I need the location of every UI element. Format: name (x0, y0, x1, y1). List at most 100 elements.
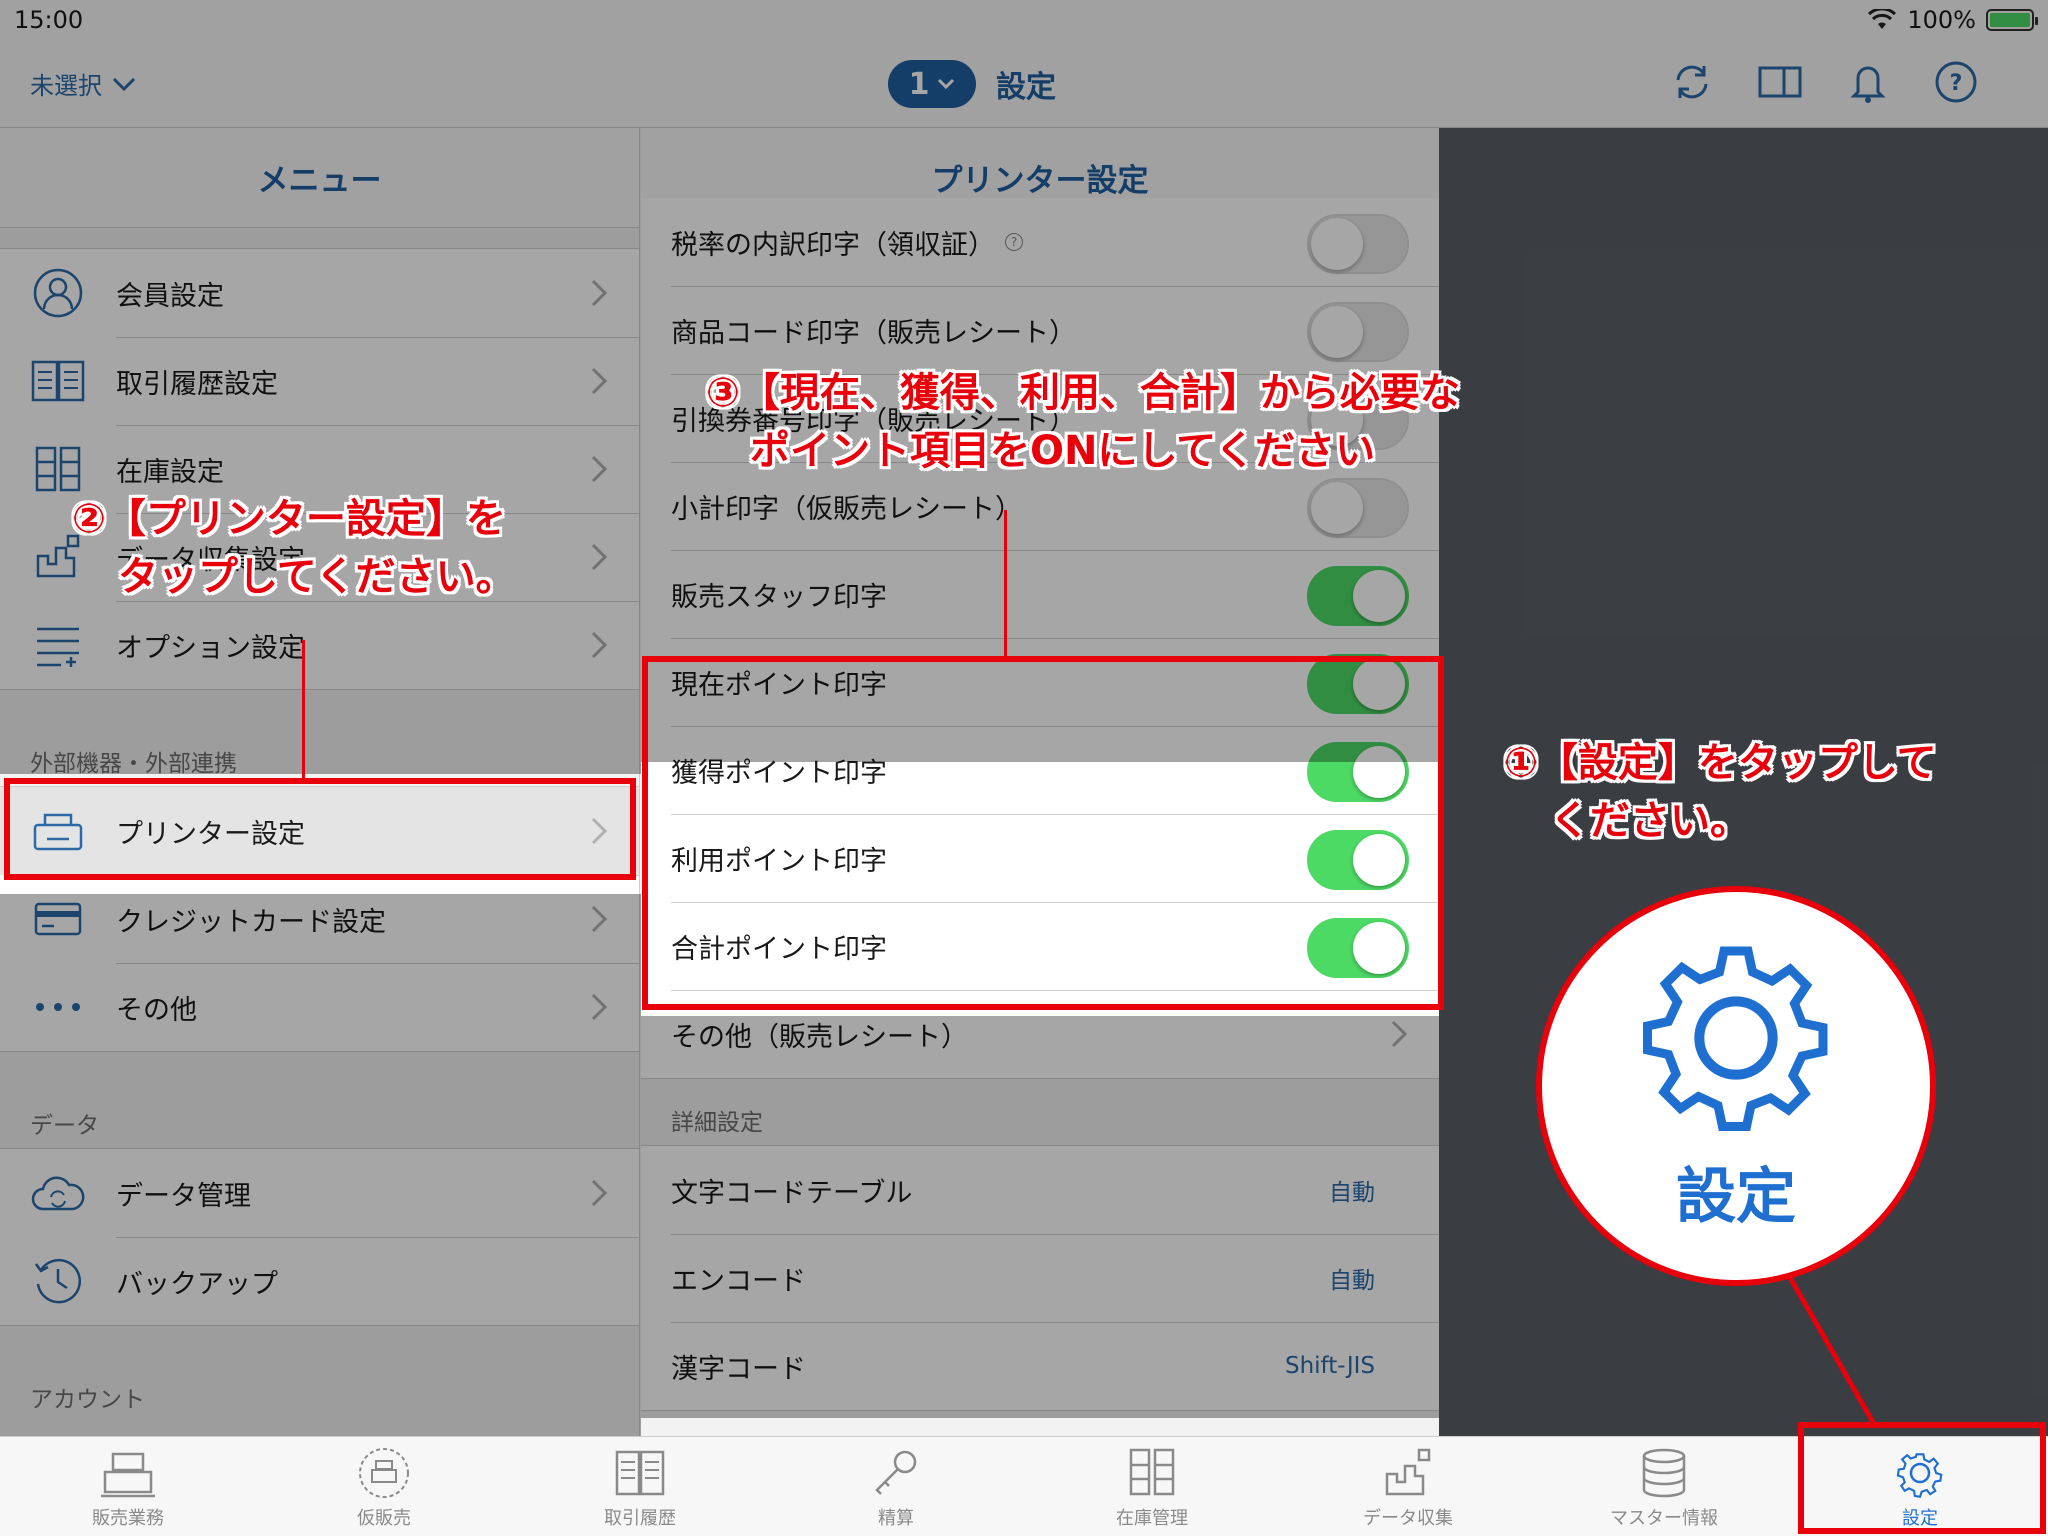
menu-item-label: バックアップ (116, 1268, 278, 1300)
menu-item-label: プリンター設定 (116, 818, 305, 850)
register-number: 1 (908, 66, 930, 102)
setting-value: Shift-JIS (1284, 1353, 1375, 1379)
database-icon (1642, 1448, 1686, 1498)
tab-settlement[interactable]: 精算 (768, 1437, 1024, 1536)
help-icon[interactable]: ? (1005, 233, 1023, 251)
callout-step3: ③【現在、獲得、利用、合計】から必要な ポイント項目をONにしてください (706, 364, 1460, 480)
menu-item-data-management[interactable]: データ管理 (0, 1149, 639, 1237)
zoom-magnifier: 設定 (1536, 886, 1936, 1286)
setting-row-kanji-code[interactable]: 漢字コード Shift-JIS (641, 1322, 1439, 1410)
inventory-icon (1129, 1448, 1175, 1496)
status-right: 100% (1867, 6, 2038, 34)
tab-sales[interactable]: 販売業務 (0, 1437, 256, 1536)
chevron-down-icon (112, 77, 136, 91)
tab-master[interactable]: マスター情報 (1536, 1437, 1792, 1536)
callout-step1-line2: ください。 (1550, 798, 1750, 844)
data-collect-icon (1385, 1448, 1431, 1496)
chevron-down-icon (938, 78, 955, 90)
setting-row-charset[interactable]: 文字コードテーブル 自動 (641, 1146, 1439, 1234)
detail-group-advanced: 文字コードテーブル 自動 エンコード 自動 漢字コード Shift-JIS (641, 1145, 1439, 1411)
callout-step2: ②【プリンター設定】を タップしてください。 (72, 490, 516, 606)
setting-label: 税率の内訳印字（領収証） (671, 229, 995, 261)
tab-label: 取引履歴 (604, 1508, 676, 1529)
toggle-switch[interactable] (1307, 918, 1409, 978)
toggle-switch[interactable] (1307, 566, 1409, 626)
tab-label: データ収集 (1363, 1508, 1453, 1529)
setting-row-other-receipt[interactable]: その他（販売レシート） (641, 990, 1439, 1078)
history-clock-icon (28, 1251, 88, 1311)
book-icon (28, 351, 88, 411)
tab-temp-sale[interactable]: 仮販売 (256, 1437, 512, 1536)
toggle-switch[interactable] (1307, 654, 1409, 714)
menu-item-label: データ管理 (116, 1180, 251, 1212)
gear-icon (1642, 945, 1828, 1131)
setting-label: 獲得ポイント印字 (671, 757, 887, 789)
menu-group-data: データ管理 バックアップ (0, 1148, 639, 1326)
menu-item-member[interactable]: 会員設定 (0, 249, 639, 337)
nav-center: 1 設定 (888, 60, 1056, 108)
menu-group-external: プリンター設定 クレジットカード設定 その他 (0, 786, 639, 1052)
tab-inventory[interactable]: 在庫管理 (1024, 1437, 1280, 1536)
tab-data-collection[interactable]: データ収集 (1280, 1437, 1536, 1536)
help-icon[interactable]: ? (1932, 58, 1980, 106)
toggle-switch[interactable] (1307, 214, 1409, 274)
setting-label: 漢字コード (671, 1353, 806, 1385)
menu-item-backup[interactable]: バックアップ (0, 1237, 639, 1325)
setting-row-used-points: 利用ポイント印字 (641, 814, 1439, 902)
setting-label: 販売スタッフ印字 (671, 581, 887, 613)
setting-label: 利用ポイント印字 (671, 845, 887, 877)
setting-label: 商品コード印字（販売レシート） (671, 317, 1076, 349)
refresh-icon[interactable] (1668, 58, 1716, 106)
menu-item-printer[interactable]: プリンター設定 (0, 787, 639, 875)
temp-sale-icon (359, 1448, 409, 1498)
menu-item-label: 取引履歴設定 (116, 368, 278, 400)
tab-label: 在庫管理 (1116, 1508, 1188, 1529)
menu-item-label: その他 (116, 994, 197, 1026)
toggle-switch[interactable] (1307, 478, 1409, 538)
option-list-icon (28, 615, 88, 675)
toggle-switch[interactable] (1307, 742, 1409, 802)
section-label-external: 外部機器・外部連携 (30, 751, 237, 777)
setting-row-encoding[interactable]: エンコード 自動 (641, 1234, 1439, 1322)
menu-item-credit-card[interactable]: クレジットカード設定 (0, 875, 639, 963)
setting-value: 自動 (1329, 1268, 1375, 1294)
menu-item-other[interactable]: その他 (0, 963, 639, 1051)
menu-header: メニュー (0, 128, 639, 228)
setting-label: 文字コードテーブル (671, 1177, 913, 1209)
setting-value: 自動 (1329, 1180, 1375, 1206)
register-icon (101, 1452, 155, 1498)
callout-step3-line2: ポイント項目をONにしてください (750, 428, 1376, 474)
menu-item-transaction-history[interactable]: 取引履歴設定 (0, 337, 639, 425)
printer-icon (28, 801, 88, 861)
toggle-switch[interactable] (1307, 302, 1409, 362)
menu-item-label: 会員設定 (116, 280, 224, 312)
setting-label: 現在ポイント印字 (671, 669, 887, 701)
chevron-right-icon (591, 367, 607, 395)
battery-percent: 100% (1907, 6, 1976, 34)
section-label-advanced: 詳細設定 (671, 1110, 763, 1136)
tab-settings[interactable]: 設定 (1792, 1437, 2048, 1536)
chevron-right-icon (591, 543, 607, 571)
callout-step1-line1: ①【設定】をタップして (1504, 740, 1937, 786)
chevron-right-icon (591, 279, 607, 307)
status-time: 15:00 (14, 6, 84, 34)
cloud-sync-icon (28, 1163, 88, 1223)
menu-group-top: 会員設定 取引履歴設定 在庫設定 データ収集設定 オプション設定 (0, 248, 639, 690)
callout-step2-line1: ②【プリンター設定】を (72, 496, 506, 542)
wifi-icon (1868, 9, 1897, 29)
status-bar: 15:00 100% (0, 0, 2048, 40)
store-selector-label: 未選択 (30, 72, 102, 100)
menu-item-options[interactable]: オプション設定 (0, 601, 639, 689)
setting-label: エンコード (671, 1265, 806, 1297)
bell-icon[interactable] (1844, 58, 1892, 106)
register-number-pill[interactable]: 1 (888, 60, 976, 108)
toggle-switch[interactable] (1307, 830, 1409, 890)
nav-bar: 未選択 1 設定 ? (0, 40, 2048, 128)
chevron-right-icon (1391, 1020, 1407, 1048)
menu-pane: メニュー 会員設定 取引履歴設定 在庫設定 データ収集設定 オプション設定 外部… (0, 128, 640, 1436)
split-view-icon[interactable] (1756, 58, 1804, 106)
callout-line-step1 (1785, 1272, 1877, 1426)
tab-history[interactable]: 取引履歴 (512, 1437, 768, 1536)
store-selector[interactable]: 未選択 (30, 66, 136, 101)
chevron-right-icon (591, 993, 607, 1021)
